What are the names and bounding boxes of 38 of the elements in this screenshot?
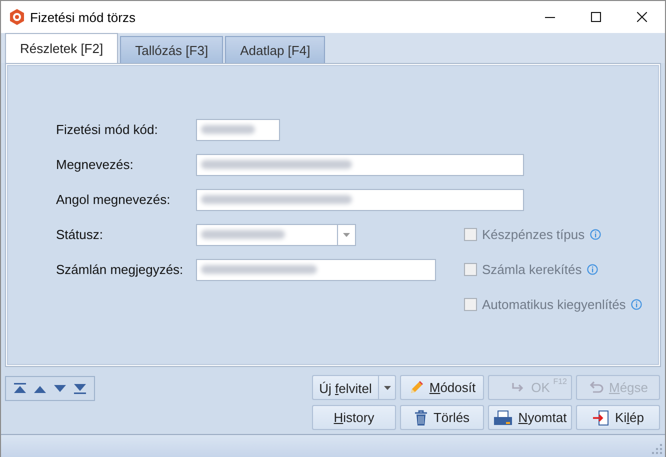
- tab[interactable]: Adatlap [F4]: [225, 36, 326, 63]
- next-record-icon[interactable]: [54, 384, 66, 392]
- close-icon: [637, 12, 647, 22]
- field-label: Számlán megjegyzés:: [56, 262, 184, 277]
- command-button[interactable]: Törlés: [400, 405, 484, 430]
- command-button[interactable]: Kilép: [576, 405, 660, 430]
- first-record-icon[interactable]: [14, 383, 26, 394]
- checkbox-label: Számla kerekítés: [482, 262, 582, 277]
- undo-icon: [588, 380, 604, 394]
- resize-grip-icon: [652, 444, 662, 454]
- printer-icon: [493, 410, 514, 426]
- caret-icon: [384, 386, 390, 390]
- field-label: Fizetési mód kód:: [56, 122, 159, 137]
- exit-icon: [592, 410, 610, 426]
- maximize-icon: [591, 12, 601, 22]
- pencil-icon: [408, 380, 424, 396]
- command-button[interactable]: Módosít: [400, 375, 484, 400]
- trash-icon: [414, 410, 428, 426]
- command-button[interactable]: History: [312, 405, 396, 430]
- app-logo-icon: [10, 9, 24, 25]
- input-field[interactable]: [196, 154, 524, 176]
- input-field[interactable]: [196, 118, 280, 140]
- window-title: Fizetési mód törzs: [30, 10, 136, 24]
- caret-icon: [343, 232, 350, 236]
- minimize-icon: [545, 16, 555, 18]
- previous-record-icon[interactable]: [34, 384, 46, 392]
- tab[interactable]: Részletek [F2]: [5, 33, 118, 63]
- command-button[interactable]: Nyomtat: [488, 405, 572, 430]
- input-field[interactable]: [196, 188, 524, 210]
- last-record-icon[interactable]: [74, 383, 86, 394]
- field-label: Státusz:: [56, 227, 104, 242]
- checkbox-label: Automatikus kiegyenlítés: [482, 297, 626, 312]
- input-field[interactable]: [196, 258, 436, 280]
- checkbox-label: Készpénzes típus: [482, 227, 585, 242]
- tab[interactable]: Tallózás [F3]: [120, 36, 224, 63]
- status-dropdown[interactable]: [196, 224, 356, 246]
- field-label: Angol megnevezés:: [56, 192, 172, 207]
- field-label: Megnevezés:: [56, 157, 134, 172]
